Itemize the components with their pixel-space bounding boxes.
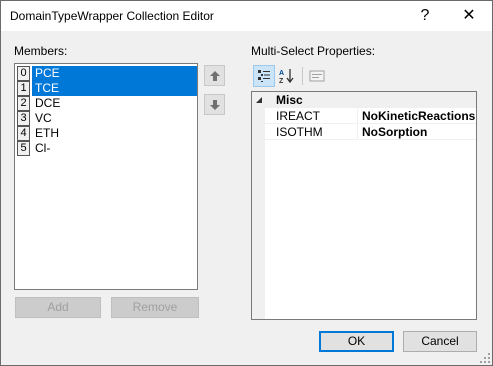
remove-button[interactable]: Remove [111,297,199,318]
item-index: 3 [17,111,30,126]
list-item[interactable]: 3 VC [17,111,197,126]
move-down-icon [209,99,220,110]
item-label: TCE [32,81,197,96]
resize-grip-icon[interactable] [480,353,490,363]
property-name: ISOTHM [265,124,358,140]
alphabetical-button[interactable]: A Z [276,65,298,87]
cancel-button[interactable]: Cancel [403,331,477,352]
move-up-icon [209,70,220,81]
item-label: Cl- [35,141,51,155]
categorized-button[interactable] [253,65,275,87]
item-label: DCE [35,96,61,110]
item-index: 5 [17,141,30,156]
property-pages-icon [309,70,325,82]
help-button[interactable]: ? [403,1,447,31]
item-index: 1 [17,81,30,96]
item-label: ETH [35,126,59,140]
item-index: 0 [17,66,30,81]
property-value[interactable]: NoKineticReactions [359,108,476,124]
svg-text:A: A [279,70,284,77]
item-label: PCE [32,66,197,81]
list-item[interactable]: 1 TCE [17,81,197,96]
move-down-button[interactable] [204,94,225,115]
window-title: DomainTypeWrapper Collection Editor [10,9,214,23]
property-name: IREACT [265,108,358,124]
members-label: Members: [14,44,68,58]
list-item[interactable]: 4 ETH [17,126,197,141]
list-item[interactable]: 5 Cl- [17,141,197,156]
category-row[interactable]: Misc [252,92,476,108]
property-pages-button[interactable] [306,65,328,87]
property-row[interactable]: ISOTHM NoSorption [265,124,476,140]
property-grid[interactable]: Misc IREACT NoKineticReactions ISOTHM No… [251,91,477,320]
category-label: Misc [276,93,303,107]
members-list[interactable]: 0 PCE 1 TCE 2 DCE 3 VC 4 ETH 5 Cl- [14,63,198,290]
property-value[interactable]: NoSorption [359,124,476,140]
collapse-icon[interactable] [255,96,263,104]
list-item[interactable]: 0 PCE [17,66,197,81]
list-item[interactable]: 2 DCE [17,96,197,111]
title-bar: DomainTypeWrapper Collection Editor ? ✕ [1,1,492,31]
item-index: 4 [17,126,30,141]
grid-margin [252,92,265,319]
toolbar-separator [302,67,303,85]
categorized-icon [258,70,270,82]
svg-text:Z: Z [279,78,284,84]
item-label: VC [35,111,52,125]
property-row[interactable]: IREACT NoKineticReactions [265,108,476,124]
item-index: 2 [17,96,30,111]
ok-button[interactable]: OK [319,331,394,352]
collection-editor-dialog: DomainTypeWrapper Collection Editor ? ✕ … [0,0,493,366]
close-button[interactable]: ✕ [447,1,491,31]
properties-label: Multi-Select Properties: [251,44,376,58]
add-button[interactable]: Add [15,297,101,318]
move-up-button[interactable] [204,65,225,86]
alphabetical-icon: A Z [279,69,294,84]
